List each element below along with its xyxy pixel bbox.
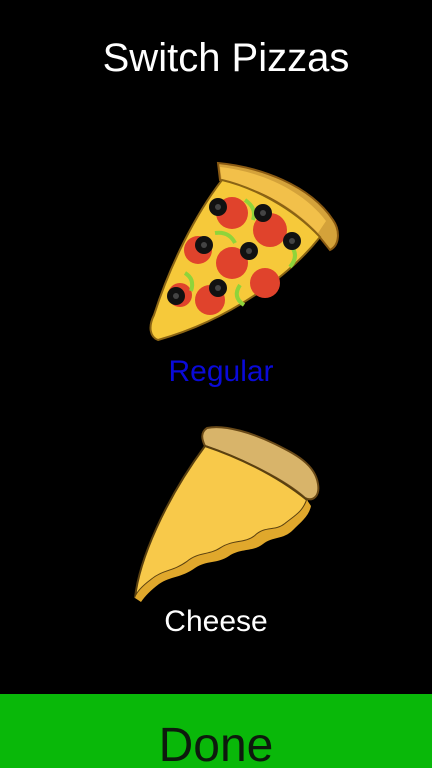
cheese-pizza-slice-icon <box>134 426 320 602</box>
page-title: Switch Pizzas <box>102 36 350 80</box>
pizza-option-cheese[interactable]: Cheese <box>0 420 432 650</box>
pizza-option-label-cheese: Cheese <box>164 605 268 638</box>
pepperoni-pizza-slice-icon <box>149 161 339 342</box>
pizza-option-regular[interactable]: Regular <box>0 150 432 400</box>
pizza-option-label-regular: Regular <box>168 355 274 388</box>
done-button[interactable]: Done <box>0 694 432 768</box>
